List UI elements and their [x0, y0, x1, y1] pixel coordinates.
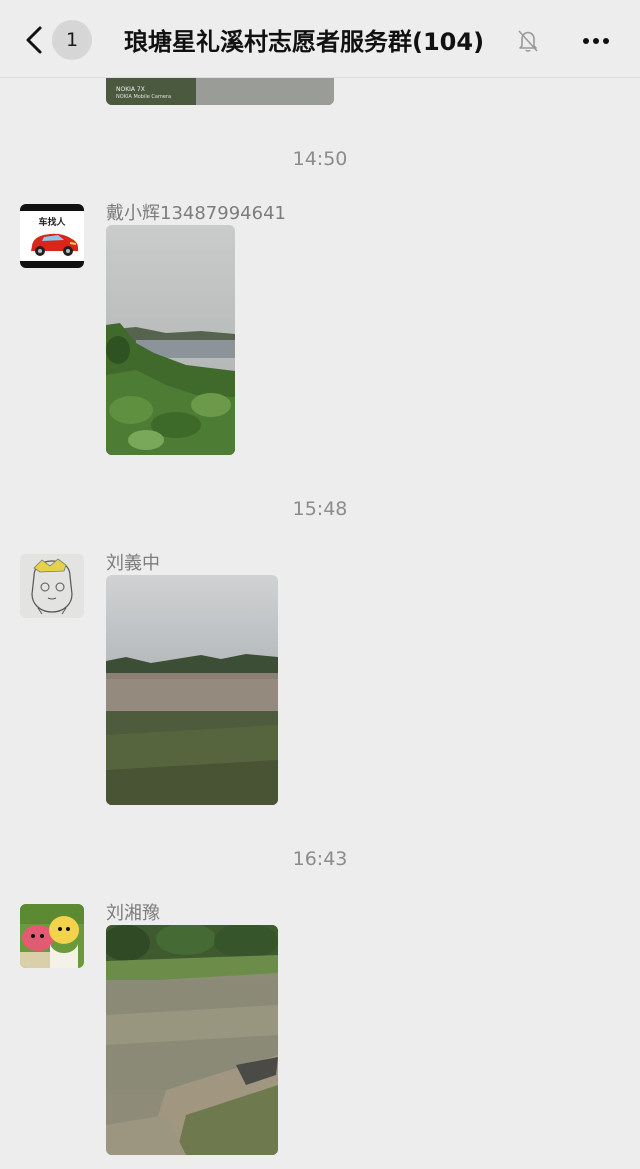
chat-screen: NOKIA 7X NOKIA Mobile Camera 1 琅塘星礼溪村志愿者… — [0, 0, 640, 1169]
previous-photo-message[interactable]: NOKIA 7X NOKIA Mobile Camera — [106, 77, 334, 105]
more-dots-icon — [583, 38, 609, 44]
unread-count-badge[interactable]: 1 — [52, 20, 92, 60]
chevron-left-icon — [26, 26, 42, 54]
back-button[interactable] — [18, 18, 54, 62]
sender-name: 刘義中 — [106, 553, 160, 574]
sender-name: 戴小辉13487994641 — [106, 203, 286, 224]
photo-message[interactable] — [106, 925, 278, 1155]
timestamp: 14:50 — [292, 148, 348, 170]
chat-title: 琅塘星礼溪村志愿者服务群(104) — [124, 28, 485, 56]
avatar[interactable] — [20, 904, 84, 968]
sender-name: 刘湘豫 — [106, 903, 160, 924]
timestamp: 15:48 — [292, 498, 348, 520]
avatar[interactable]: 车找人 — [20, 204, 84, 268]
bell-off-icon — [516, 28, 540, 54]
camera-caption-line2: NOKIA Mobile Camera — [116, 94, 171, 100]
photo-message[interactable] — [106, 225, 235, 455]
avatar-text: 车找人 — [38, 216, 66, 228]
avatar[interactable] — [20, 554, 84, 618]
timestamp: 16:43 — [292, 848, 348, 870]
more-options-button[interactable] — [574, 24, 618, 58]
camera-caption-line1: NOKIA 7X — [116, 86, 145, 93]
photo-message[interactable] — [106, 575, 278, 805]
chat-header: 1 琅塘星礼溪村志愿者服务群(104) — [0, 0, 640, 78]
